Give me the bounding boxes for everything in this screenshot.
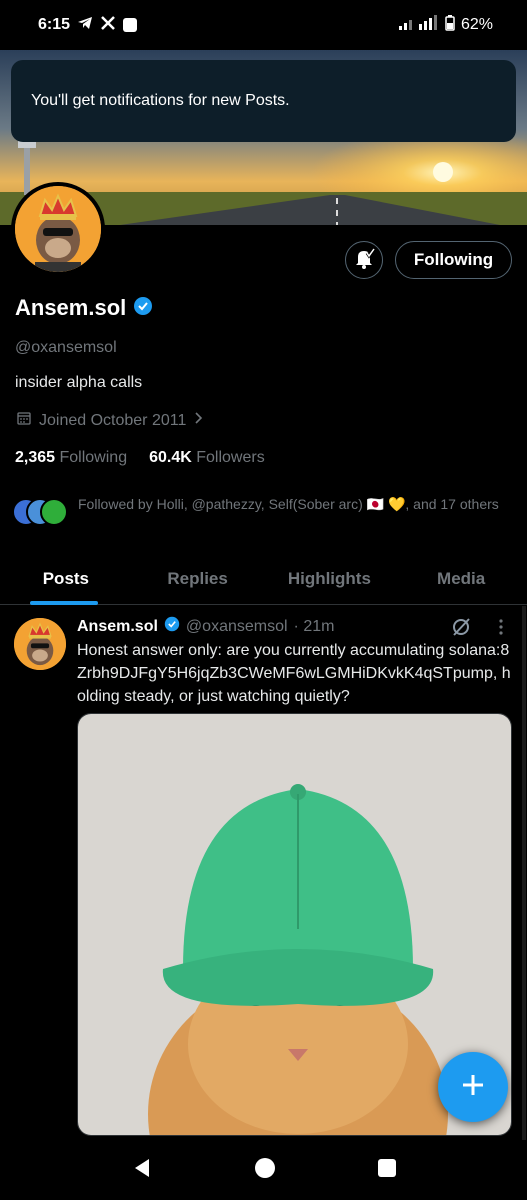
followers-label: Followers xyxy=(196,449,265,466)
profile-bio: insider alpha calls xyxy=(15,374,143,391)
following-count: 2,365 xyxy=(15,449,56,466)
post-item[interactable]: Ansem.sol @oxansemsol · 21m Honest answe… xyxy=(0,606,527,1140)
home-icon[interactable] xyxy=(254,1157,276,1184)
scrollbar[interactable] xyxy=(522,606,526,1140)
followed-by-text: Followed by Holli, @pathezzy, Self(Sober… xyxy=(78,496,499,512)
profile-tabs: Posts Replies Highlights Media xyxy=(0,553,527,605)
compose-plus-icon xyxy=(460,1072,486,1103)
bell-icon xyxy=(353,247,376,274)
followers-count: 60.4K xyxy=(149,449,192,466)
post-handle: @oxansemsol xyxy=(185,617,288,635)
followers-stat[interactable]: 60.4K Followers xyxy=(149,449,265,467)
notification-toast[interactable]: You'll get notifications for new Posts. xyxy=(11,60,516,142)
joined-date: Joined October 2011 xyxy=(17,411,204,430)
app-notification-icon xyxy=(123,18,138,32)
tab-highlights[interactable]: Highlights xyxy=(264,553,396,604)
system-nav-bar xyxy=(0,1140,527,1200)
more-icon[interactable] xyxy=(498,618,504,641)
telegram-icon xyxy=(77,16,93,35)
verified-icon xyxy=(133,296,153,321)
post-text: Honest answer only: are you currently ac… xyxy=(77,642,511,705)
tab-media[interactable]: Media xyxy=(395,553,527,604)
following-stat[interactable]: 2,365 Following xyxy=(15,449,127,467)
x-logo-icon xyxy=(100,15,116,36)
post-time: · 21m xyxy=(293,617,335,635)
verified-icon xyxy=(164,616,180,637)
post-avatar[interactable] xyxy=(14,618,66,670)
compose-post-button[interactable] xyxy=(438,1052,508,1122)
followed-by-avatars xyxy=(12,498,70,530)
status-bar: 6:15 62% xyxy=(0,0,527,50)
tab-replies[interactable]: Replies xyxy=(132,553,264,604)
joined-text: Joined October 2011 xyxy=(39,411,187,429)
follow-stats: 2,365 Following 60.4K Followers xyxy=(15,449,265,467)
notifications-bell-button[interactable] xyxy=(345,241,383,279)
chevron-right-icon[interactable] xyxy=(194,411,204,430)
following-label: Following xyxy=(59,449,128,466)
post-author[interactable]: Ansem.sol xyxy=(77,618,158,636)
battery-icon xyxy=(445,14,455,36)
toast-message: You'll get notifications for new Posts. xyxy=(31,92,290,109)
signal-icon xyxy=(398,14,439,36)
back-icon[interactable] xyxy=(131,1157,153,1184)
calendar-icon xyxy=(17,411,31,430)
profile-avatar[interactable] xyxy=(11,182,105,276)
post-header: Ansem.sol @oxansemsol · 21m xyxy=(77,616,334,637)
status-time: 6:15 xyxy=(38,16,71,33)
followed-by[interactable]: Followed by Holli, @pathezzy, Self(Sober… xyxy=(12,494,512,530)
following-button[interactable]: Following xyxy=(395,241,512,279)
recents-icon[interactable] xyxy=(377,1158,397,1183)
battery-percent: 62% xyxy=(460,16,493,33)
display-name: Ansem.sol xyxy=(15,295,127,320)
profile-name-row: Ansem.sol xyxy=(15,295,153,321)
following-button-label: Following xyxy=(413,250,494,269)
tab-posts[interactable]: Posts xyxy=(0,553,132,605)
profile-handle: @oxansemsol xyxy=(15,339,117,356)
